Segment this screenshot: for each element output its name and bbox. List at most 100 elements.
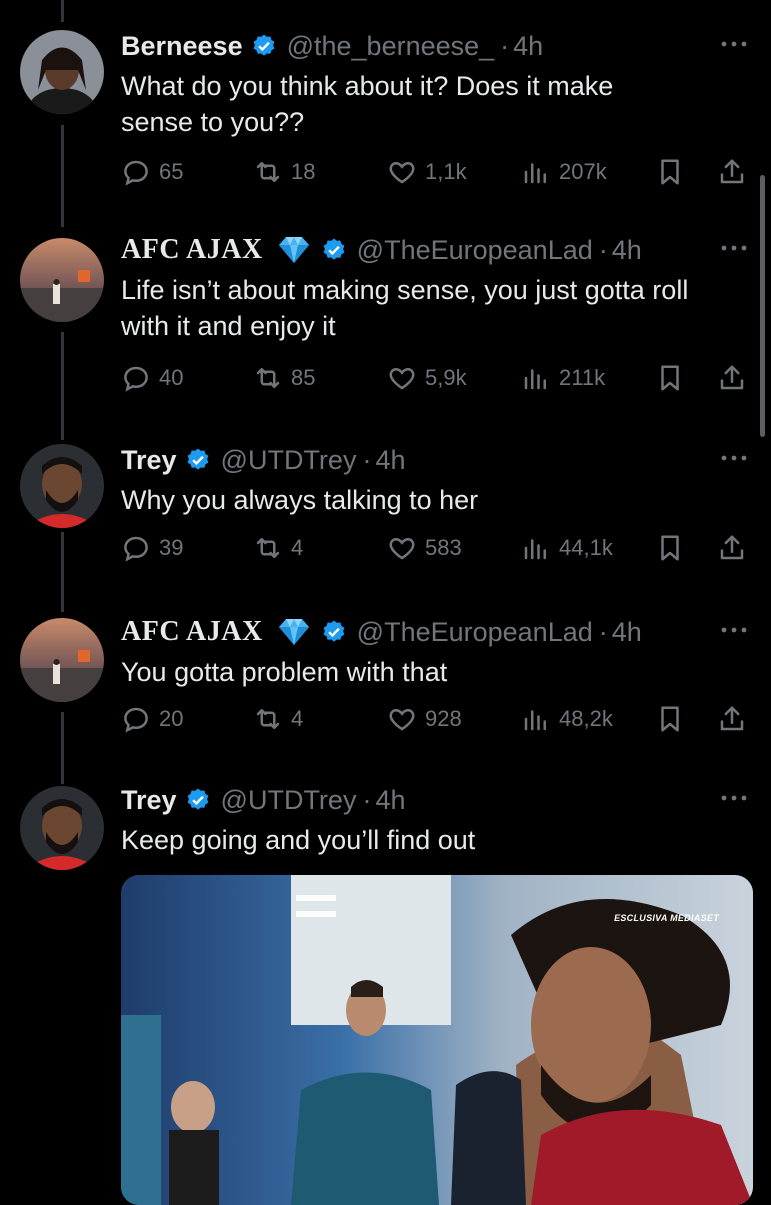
reply-button[interactable]: 40 bbox=[121, 360, 183, 396]
like-button[interactable]: 928 bbox=[387, 701, 462, 737]
share-button[interactable] bbox=[717, 360, 747, 396]
timestamp[interactable]: 4h bbox=[375, 785, 405, 816]
handle[interactable]: @TheEuropeanLad bbox=[357, 235, 593, 266]
views-button[interactable]: 207k bbox=[521, 154, 607, 190]
handle[interactable]: @the_berneese_ bbox=[287, 31, 495, 62]
retweet-count: 85 bbox=[291, 365, 316, 390]
bookmark-button[interactable] bbox=[655, 360, 685, 396]
view-count: 44,1k bbox=[559, 535, 613, 560]
tunnel-photo bbox=[121, 875, 753, 1205]
like-count: 928 bbox=[425, 706, 462, 731]
retweet-count: 4 bbox=[291, 706, 304, 731]
avatar[interactable] bbox=[20, 444, 104, 528]
bookmark-icon bbox=[661, 706, 679, 732]
verified-badge-icon bbox=[187, 448, 208, 470]
views-button[interactable]: 44,1k bbox=[521, 530, 613, 566]
tweet-text: Why you always talking to her bbox=[121, 485, 479, 515]
like-count: 1,1k bbox=[425, 159, 467, 184]
thread-line bbox=[61, 0, 64, 22]
action-bar: 39 4 583 44,1k bbox=[121, 530, 751, 566]
like-button[interactable]: 5,9k bbox=[387, 360, 467, 396]
view-count: 207k bbox=[559, 159, 607, 184]
diamond-emoji-icon bbox=[278, 619, 309, 645]
tweet-media-image[interactable]: ESCLUSIVA MEDIASET bbox=[121, 875, 753, 1205]
timestamp[interactable]: 4h bbox=[612, 235, 642, 266]
heart-icon bbox=[389, 708, 415, 731]
display-name[interactable]: Trey bbox=[121, 785, 177, 816]
display-name[interactable]: AFC AJAX bbox=[121, 234, 263, 266]
tweet-header: Berneese @the_berneese_ · 4h bbox=[121, 26, 543, 66]
share-button[interactable] bbox=[717, 701, 747, 737]
view-count: 48,2k bbox=[559, 706, 613, 731]
retweet-button[interactable]: 18 bbox=[253, 154, 315, 190]
timestamp[interactable]: 4h bbox=[375, 445, 405, 476]
tweet-header: Trey @UTDTrey · 4h bbox=[121, 780, 406, 820]
retweet-count: 18 bbox=[291, 159, 316, 184]
avatar[interactable] bbox=[20, 238, 104, 322]
tweet[interactable]: Trey @UTDTrey · 4h Why you always talkin… bbox=[0, 440, 771, 570]
display-name[interactable]: Berneese bbox=[121, 31, 243, 62]
avatar[interactable] bbox=[20, 786, 104, 870]
handle[interactable]: @TheEuropeanLad bbox=[357, 617, 593, 648]
retweet-button[interactable]: 4 bbox=[253, 701, 303, 737]
action-bar: 40 85 5,9k 211k bbox=[121, 360, 751, 396]
verified-badge-icon bbox=[187, 788, 208, 810]
views-icon bbox=[524, 369, 546, 390]
retweet-icon bbox=[256, 709, 280, 729]
handle[interactable]: @UTDTrey bbox=[221, 785, 357, 816]
avatar[interactable] bbox=[20, 618, 104, 702]
reply-button[interactable]: 20 bbox=[121, 701, 183, 737]
tweet-text: Life isn’t about making sense, you just … bbox=[121, 275, 689, 341]
view-count: 211k bbox=[559, 365, 606, 390]
bookmark-button[interactable] bbox=[655, 154, 685, 190]
views-icon bbox=[524, 710, 546, 731]
heart-icon bbox=[389, 367, 415, 390]
retweet-count: 4 bbox=[291, 535, 304, 560]
tweet-header: AFC AJAX @TheEuropeanLad · 4h bbox=[121, 612, 642, 652]
reply-button[interactable]: 65 bbox=[121, 154, 183, 190]
tweet[interactable]: AFC AJAX @TheEuropeanLad · 4h Life isn’t… bbox=[0, 230, 771, 400]
reply-button[interactable]: 39 bbox=[121, 530, 183, 566]
reply-count: 65 bbox=[159, 159, 184, 184]
watermark-text: ESCLUSIVA MEDIASET bbox=[614, 913, 719, 923]
display-name[interactable]: Trey bbox=[121, 445, 177, 476]
views-button[interactable]: 48,2k bbox=[521, 701, 613, 737]
retweet-button[interactable]: 85 bbox=[253, 360, 315, 396]
share-button[interactable] bbox=[717, 530, 747, 566]
share-button[interactable] bbox=[717, 154, 747, 190]
display-name[interactable]: AFC AJAX bbox=[121, 616, 263, 648]
more-icon[interactable] bbox=[719, 788, 749, 808]
retweet-icon bbox=[256, 162, 280, 182]
timestamp[interactable]: 4h bbox=[612, 617, 642, 648]
more-icon[interactable] bbox=[719, 448, 749, 468]
timestamp[interactable]: 4h bbox=[513, 31, 543, 62]
views-button[interactable]: 211k bbox=[521, 360, 605, 396]
bookmark-icon bbox=[661, 159, 679, 185]
diamond-emoji-icon bbox=[278, 237, 309, 263]
like-count: 5,9k bbox=[425, 365, 467, 390]
more-icon[interactable] bbox=[719, 238, 749, 258]
action-bar: 20 4 928 48,2k bbox=[121, 701, 751, 737]
bookmark-button[interactable] bbox=[655, 530, 685, 566]
tweet[interactable]: Berneese @the_berneese_ · 4h What do you… bbox=[0, 26, 771, 196]
more-icon[interactable] bbox=[719, 620, 749, 640]
reply-count: 39 bbox=[159, 535, 184, 560]
separator-dot: · bbox=[362, 784, 372, 815]
verified-badge-icon bbox=[323, 620, 345, 642]
like-button[interactable]: 1,1k bbox=[387, 154, 467, 190]
bookmark-button[interactable] bbox=[655, 701, 685, 737]
reply-icon bbox=[124, 366, 148, 392]
handle[interactable]: @UTDTrey bbox=[221, 445, 357, 476]
tweet-header: Trey @UTDTrey · 4h bbox=[121, 440, 406, 480]
scrollbar[interactable] bbox=[760, 175, 765, 437]
like-button[interactable]: 583 bbox=[387, 530, 462, 566]
retweet-button[interactable]: 4 bbox=[253, 530, 303, 566]
reply-count: 40 bbox=[159, 365, 184, 390]
tweet[interactable]: AFC AJAX @TheEuropeanLad · 4h You gotta … bbox=[0, 612, 771, 742]
more-icon[interactable] bbox=[719, 34, 749, 54]
avatar[interactable] bbox=[20, 30, 104, 114]
reply-icon bbox=[124, 160, 148, 186]
separator-dot: · bbox=[598, 234, 608, 265]
views-icon bbox=[524, 163, 546, 184]
views-icon bbox=[524, 539, 546, 560]
